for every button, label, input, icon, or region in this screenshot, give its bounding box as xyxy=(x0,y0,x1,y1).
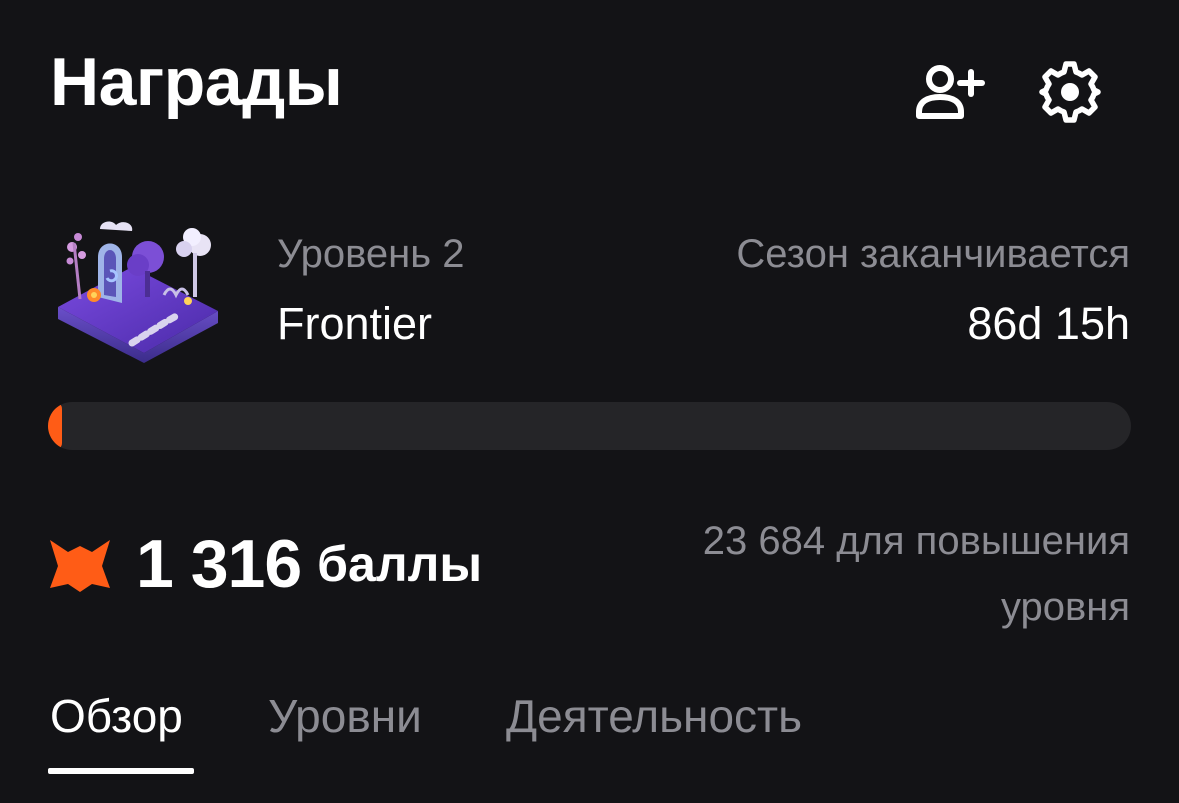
active-tab-indicator xyxy=(48,768,194,774)
tab-levels[interactable]: Уровни xyxy=(268,688,422,744)
season-ends-label: Сезон заканчивается xyxy=(736,232,1130,276)
tab-overview[interactable]: Обзор xyxy=(50,688,183,744)
settings-button[interactable] xyxy=(1030,52,1110,132)
points-value: 1 316 xyxy=(136,526,302,602)
points-to-next-level: 23 684 для повышения уровня xyxy=(702,519,1130,629)
points-summary: 1 316 баллы xyxy=(48,528,482,600)
person-add-icon xyxy=(916,65,985,119)
level-number: Уровень 2 xyxy=(277,232,465,276)
season-time-left: 86d 15h xyxy=(967,298,1130,349)
fox-icon xyxy=(50,540,110,592)
level-island-illustration xyxy=(52,215,224,365)
rewards-tabs: Обзор Уровни Деятельность xyxy=(48,688,1131,778)
level-progress-fill xyxy=(48,402,63,450)
page-title: Награды xyxy=(50,44,343,120)
level-progress-bar xyxy=(48,402,1131,450)
gear-icon xyxy=(1039,61,1101,123)
add-friend-button[interactable] xyxy=(910,52,990,132)
level-name: Frontier xyxy=(277,298,433,349)
points-unit: баллы xyxy=(317,536,483,592)
tab-activity[interactable]: Деятельность xyxy=(506,688,802,744)
